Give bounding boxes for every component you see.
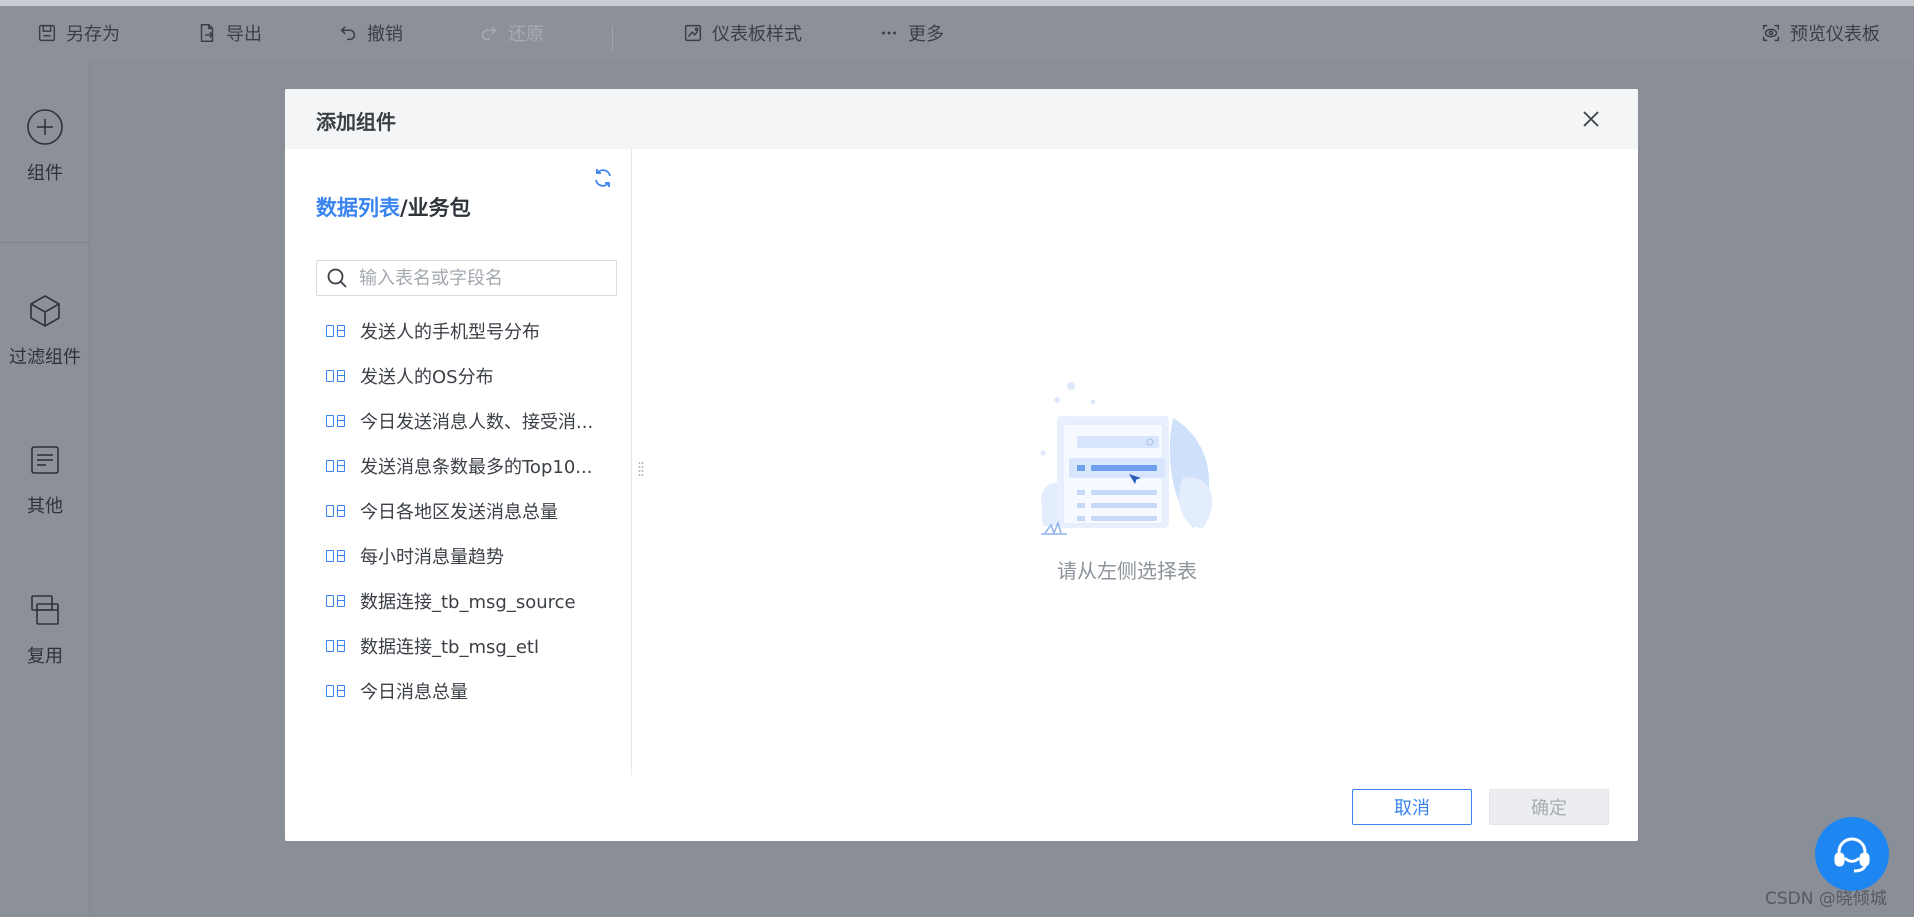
table-db-icon bbox=[326, 504, 349, 518]
sidebar-item-label: 组件 bbox=[27, 163, 63, 184]
toolbar-divider bbox=[612, 26, 613, 52]
export-icon bbox=[200, 24, 214, 42]
table-db-icon bbox=[326, 594, 349, 608]
table-name: 每小时消息量趋势 bbox=[360, 546, 504, 568]
table-name: 数据连接_tb_msg_source bbox=[360, 591, 576, 613]
undo-label: 撤销 bbox=[367, 24, 403, 45]
table-row[interactable]: 今日各地区发送消息总量 bbox=[316, 488, 616, 533]
preview-eye-icon bbox=[1762, 24, 1780, 42]
table-db-icon bbox=[326, 459, 349, 473]
sidebar-divider bbox=[0, 242, 90, 243]
table-row[interactable]: 今日消息总量 bbox=[316, 668, 616, 713]
cancel-button[interactable]: 取消 bbox=[1352, 789, 1472, 825]
table-db-icon bbox=[326, 414, 349, 428]
table-name: 发送人的手机型号分布 bbox=[360, 321, 540, 343]
sidebar-item-label: 过滤组件 bbox=[9, 347, 81, 368]
more-button[interactable]: 更多 bbox=[878, 6, 944, 60]
table-name: 发送消息条数最多的Top10... bbox=[360, 456, 593, 478]
empty-table-illustration bbox=[1040, 382, 1213, 536]
table-db-icon bbox=[326, 549, 349, 563]
more-dots-icon bbox=[882, 31, 896, 35]
left-sidebar: 组件 过滤组件 其他 复用 bbox=[0, 60, 90, 917]
customer-service-button[interactable] bbox=[1815, 817, 1889, 891]
table-db-icon bbox=[326, 324, 349, 338]
dashboard-style-label: 仪表板样式 bbox=[712, 24, 802, 45]
search-icon bbox=[327, 268, 347, 288]
redo-button[interactable]: 还原 bbox=[478, 6, 544, 60]
sidebar-item-reuse[interactable]: 复用 bbox=[0, 590, 90, 668]
sidebar-item-components[interactable]: 组件 bbox=[0, 107, 90, 185]
add-component-dialog: 添加组件 数据列表/业务包 发送人的手机型号分布 发送人的OS分布 今日发送消息… bbox=[285, 89, 1638, 841]
tab-data-list[interactable]: 数据列表 bbox=[316, 196, 400, 220]
save-as-label: 另存为 bbox=[66, 24, 120, 45]
confirm-button[interactable]: 确定 bbox=[1489, 789, 1609, 825]
plus-circle-icon bbox=[27, 109, 63, 145]
table-row[interactable]: 发送人的OS分布 bbox=[316, 353, 616, 398]
tab-separator: / bbox=[400, 196, 408, 220]
dialog-header: 添加组件 bbox=[285, 89, 1638, 149]
table-search-box[interactable] bbox=[316, 260, 617, 296]
copy-stack-icon bbox=[31, 595, 59, 625]
more-label: 更多 bbox=[908, 24, 944, 45]
save-as-button[interactable]: 另存为 bbox=[36, 6, 120, 60]
style-icon bbox=[684, 24, 702, 42]
export-button[interactable]: 导出 bbox=[196, 6, 262, 60]
redo-icon bbox=[481, 26, 497, 41]
sidebar-item-label: 复用 bbox=[27, 646, 63, 667]
table-name: 今日发送消息人数、接受消... bbox=[360, 411, 594, 433]
table-name: 今日各地区发送消息总量 bbox=[360, 501, 558, 523]
sidebar-item-label: 其他 bbox=[27, 496, 63, 517]
table-name: 数据连接_tb_msg_etl bbox=[360, 636, 539, 658]
table-db-icon bbox=[326, 369, 349, 383]
table-db-icon bbox=[326, 684, 349, 698]
sidebar-item-filters[interactable]: 过滤组件 bbox=[0, 291, 90, 369]
table-row[interactable]: 数据连接_tb_msg_source bbox=[316, 578, 616, 623]
tab-business-package[interactable]: 业务包 bbox=[408, 196, 471, 220]
text-box-icon bbox=[31, 446, 59, 474]
cube-icon bbox=[30, 295, 60, 327]
headset-icon bbox=[1834, 837, 1870, 873]
empty-state-text: 请从左侧选择表 bbox=[1057, 559, 1197, 583]
undo-icon bbox=[340, 26, 356, 41]
search-input[interactable] bbox=[357, 266, 607, 290]
table-list: 发送人的手机型号分布 发送人的OS分布 今日发送消息人数、接受消... 发送消息… bbox=[316, 308, 616, 713]
dashboard-style-button[interactable]: 仪表板样式 bbox=[682, 6, 802, 60]
table-row[interactable]: 数据连接_tb_msg_etl bbox=[316, 623, 616, 668]
close-icon[interactable] bbox=[1580, 108, 1602, 130]
pane-title: 数据列表/业务包 bbox=[316, 192, 471, 222]
dialog-title: 添加组件 bbox=[316, 110, 396, 134]
watermark-text: CSDN @晓倾城 bbox=[1765, 889, 1887, 909]
table-row[interactable]: 发送消息条数最多的Top10... bbox=[316, 443, 616, 488]
pane-resize-handle[interactable] bbox=[638, 461, 644, 479]
table-name: 今日消息总量 bbox=[360, 681, 468, 703]
table-db-icon bbox=[326, 639, 349, 653]
save-icon bbox=[38, 24, 56, 42]
export-label: 导出 bbox=[226, 24, 262, 45]
sidebar-item-other[interactable]: 其他 bbox=[0, 440, 90, 518]
top-toolbar: 另存为 导出 撤销 还原 仪表板样式 更多 预览仪表板 bbox=[0, 6, 1914, 60]
table-row[interactable]: 发送人的手机型号分布 bbox=[316, 308, 616, 353]
undo-button[interactable]: 撤销 bbox=[337, 6, 403, 60]
refresh-icon[interactable] bbox=[592, 167, 614, 189]
redo-label: 还原 bbox=[508, 24, 544, 45]
table-row[interactable]: 今日发送消息人数、接受消... bbox=[316, 398, 616, 443]
preview-dashboard-button[interactable]: 预览仪表板 bbox=[1760, 6, 1880, 60]
table-row[interactable]: 每小时消息量趋势 bbox=[316, 533, 616, 578]
preview-label: 预览仪表板 bbox=[1790, 24, 1880, 45]
table-name: 发送人的OS分布 bbox=[360, 366, 494, 388]
